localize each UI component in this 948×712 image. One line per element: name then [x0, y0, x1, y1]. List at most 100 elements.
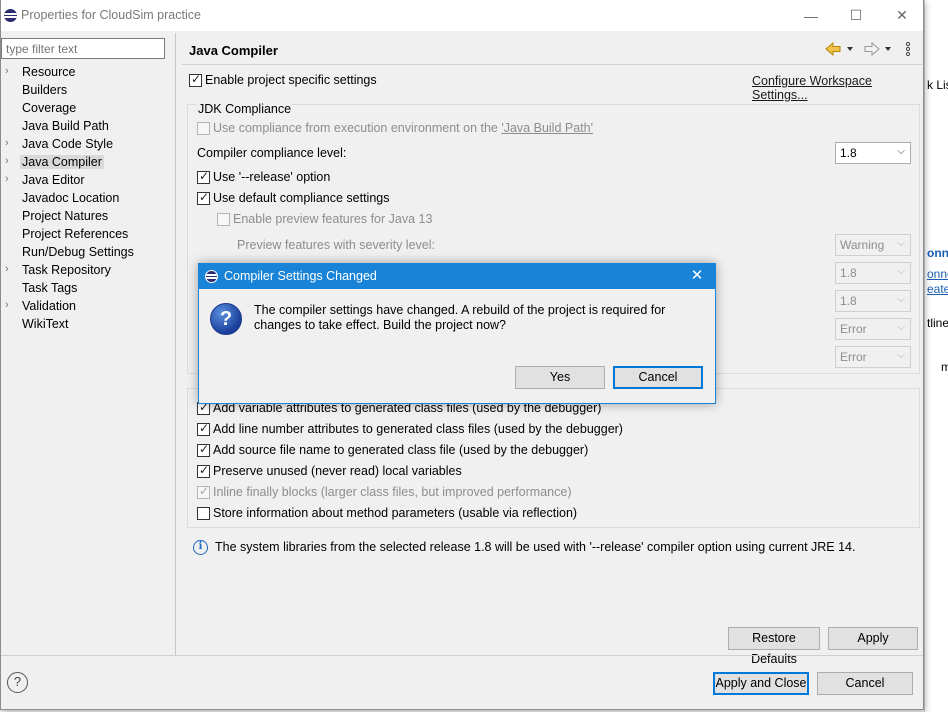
tree-item[interactable]: Project Natures	[1, 208, 175, 226]
tree-item-label: Task Tags	[22, 281, 78, 295]
cancel-button[interactable]: Cancel	[817, 672, 913, 695]
classfile-option-label: Add line number attributes to generated …	[213, 422, 623, 436]
compliance-level-select[interactable]: 1.8 ⌵	[835, 142, 911, 164]
enum-identifier-value: Error	[840, 350, 867, 364]
dialog-message: The compiler settings have changed. A re…	[254, 303, 666, 332]
assert-identifier-select[interactable]: Error ⌵	[835, 318, 911, 340]
compliance-level-label: Compiler compliance level:	[197, 146, 347, 160]
tree-item[interactable]: Javadoc Location	[1, 190, 175, 208]
window-title: Properties for CloudSim practice	[21, 8, 201, 22]
maximize-button[interactable]: ☐	[833, 0, 879, 31]
tree-item[interactable]: Project References	[1, 226, 175, 244]
preview-severity-select[interactable]: Warning ⌵	[835, 234, 911, 256]
tree-item-label: Project References	[22, 227, 129, 241]
generated-classfile-select[interactable]: 1.8 ⌵	[835, 262, 911, 284]
use-release-label: Use '--release' option	[213, 170, 331, 184]
use-env-checkbox[interactable]	[197, 122, 210, 135]
classfile-option-label: Store information about method parameter…	[213, 506, 578, 520]
java-build-path-link[interactable]: 'Java Build Path'	[501, 121, 593, 135]
tree-item[interactable]: Run/Debug Settings	[1, 244, 175, 262]
tree-item-label: Validation	[22, 299, 76, 313]
close-button[interactable]: ✕	[879, 0, 925, 31]
tree-item-label: Javadoc Location	[22, 191, 120, 205]
chevron-down-icon: ⌵	[897, 238, 905, 249]
property-tree: › Resource Builders Coverage Java Build Path…	[1, 64, 175, 656]
tree-item[interactable]: › Task Repository	[1, 262, 175, 280]
compiler-settings-dialog: Compiler Settings Changed ✕ ? The compil…	[198, 263, 716, 404]
enable-specific-checkbox[interactable]	[189, 72, 202, 87]
background-link: eate	[927, 282, 948, 296]
source-compatibility-select[interactable]: 1.8 ⌵	[835, 290, 911, 312]
filter-input[interactable]	[1, 38, 165, 59]
use-default-label: Use default compliance settings	[213, 191, 390, 205]
apply-button[interactable]: Apply	[828, 627, 918, 650]
info-icon: i	[193, 540, 208, 555]
forward-icon[interactable]	[864, 41, 880, 57]
enum-identifier-select[interactable]: Error ⌵	[835, 346, 911, 368]
chevron-right-icon[interactable]: ›	[5, 155, 9, 167]
background-text: tline	[927, 316, 948, 330]
page-title: Java Compiler	[189, 43, 278, 58]
source-compatibility-value: 1.8	[840, 294, 857, 308]
classfile-option-checkbox[interactable]	[197, 507, 210, 520]
chevron-right-icon[interactable]: ›	[5, 65, 9, 77]
chevron-right-icon[interactable]: ›	[5, 263, 9, 275]
tree-item[interactable]: › Validation	[1, 298, 175, 316]
classfile-option-checkbox[interactable]	[197, 442, 210, 457]
background-text: onne	[927, 246, 948, 260]
enable-preview-checkbox[interactable]	[217, 213, 230, 226]
tree-item-label: Builders	[22, 83, 68, 97]
chevron-down-icon: ⌵	[897, 266, 905, 277]
use-release-checkbox[interactable]	[197, 169, 210, 184]
tree-item[interactable]: › Java Editor	[1, 172, 175, 190]
generated-classfile-value: 1.8	[840, 266, 857, 280]
nav-toolbar	[825, 41, 911, 57]
tree-item[interactable]: Coverage	[1, 100, 175, 118]
forward-menu-chevron-icon[interactable]	[885, 47, 891, 51]
configure-workspace-link[interactable]: Configure Workspace Settings...	[752, 74, 923, 102]
enable-specific-label: Enable project specific settings	[205, 73, 377, 87]
dialog-yes-button[interactable]: Yes	[515, 366, 605, 389]
chevron-down-icon: ⌵	[897, 146, 905, 157]
tree-item-label: WikiText	[22, 317, 69, 331]
tree-item[interactable]: Java Build Path	[1, 118, 175, 136]
dialog-title: Compiler Settings Changed	[224, 269, 377, 283]
use-default-checkbox[interactable]	[197, 190, 210, 205]
back-icon[interactable]	[825, 41, 841, 57]
classfile-option-checkbox[interactable]	[197, 484, 210, 499]
footer-separator	[1, 655, 923, 656]
tree-item-label: Run/Debug Settings	[22, 245, 134, 259]
assert-identifier-value: Error	[840, 322, 867, 336]
tree-item-label: Project Natures	[22, 209, 109, 223]
compliance-level-value: 1.8	[840, 146, 857, 160]
release-info-text: The system libraries from the selected r…	[215, 540, 856, 554]
restore-defaults-button[interactable]: Restore Defaults	[728, 627, 820, 666]
enable-preview-label: Enable preview features for Java 13	[233, 212, 433, 226]
tree-item[interactable]: › Resource	[1, 64, 175, 82]
tree-item-label: Java Code Style	[22, 137, 114, 151]
chevron-right-icon[interactable]: ›	[5, 137, 9, 149]
classfile-option-label: Add source file name to generated class …	[213, 443, 589, 457]
classfile-option-checkbox[interactable]	[197, 421, 210, 436]
chevron-right-icon[interactable]: ›	[5, 299, 9, 311]
preview-severity-value: Warning	[840, 238, 885, 252]
back-menu-chevron-icon[interactable]	[847, 47, 853, 51]
tree-item[interactable]: Task Tags	[1, 280, 175, 298]
help-icon[interactable]: ?	[7, 672, 28, 693]
tree-item[interactable]: Builders	[1, 82, 175, 100]
classfile-option-label: Inline finally blocks (larger class file…	[213, 485, 572, 499]
dialog-close-button[interactable]: ✕	[685, 267, 709, 285]
preview-severity-label: Preview features with severity level:	[237, 238, 435, 252]
background-text: m	[941, 360, 948, 374]
chevron-down-icon: ⌵	[897, 294, 905, 305]
tree-item[interactable]: › Java Compiler	[1, 154, 175, 172]
chevron-right-icon[interactable]: ›	[5, 173, 9, 185]
minimize-button[interactable]: —	[788, 0, 834, 31]
question-icon: ?	[210, 303, 242, 335]
more-options-icon[interactable]	[905, 41, 911, 57]
apply-and-close-button[interactable]: Apply and Close	[713, 672, 809, 695]
dialog-cancel-button[interactable]: Cancel	[613, 366, 703, 389]
classfile-option-checkbox[interactable]	[197, 463, 210, 478]
tree-item[interactable]: WikiText	[1, 316, 175, 334]
tree-item[interactable]: › Java Code Style	[1, 136, 175, 154]
